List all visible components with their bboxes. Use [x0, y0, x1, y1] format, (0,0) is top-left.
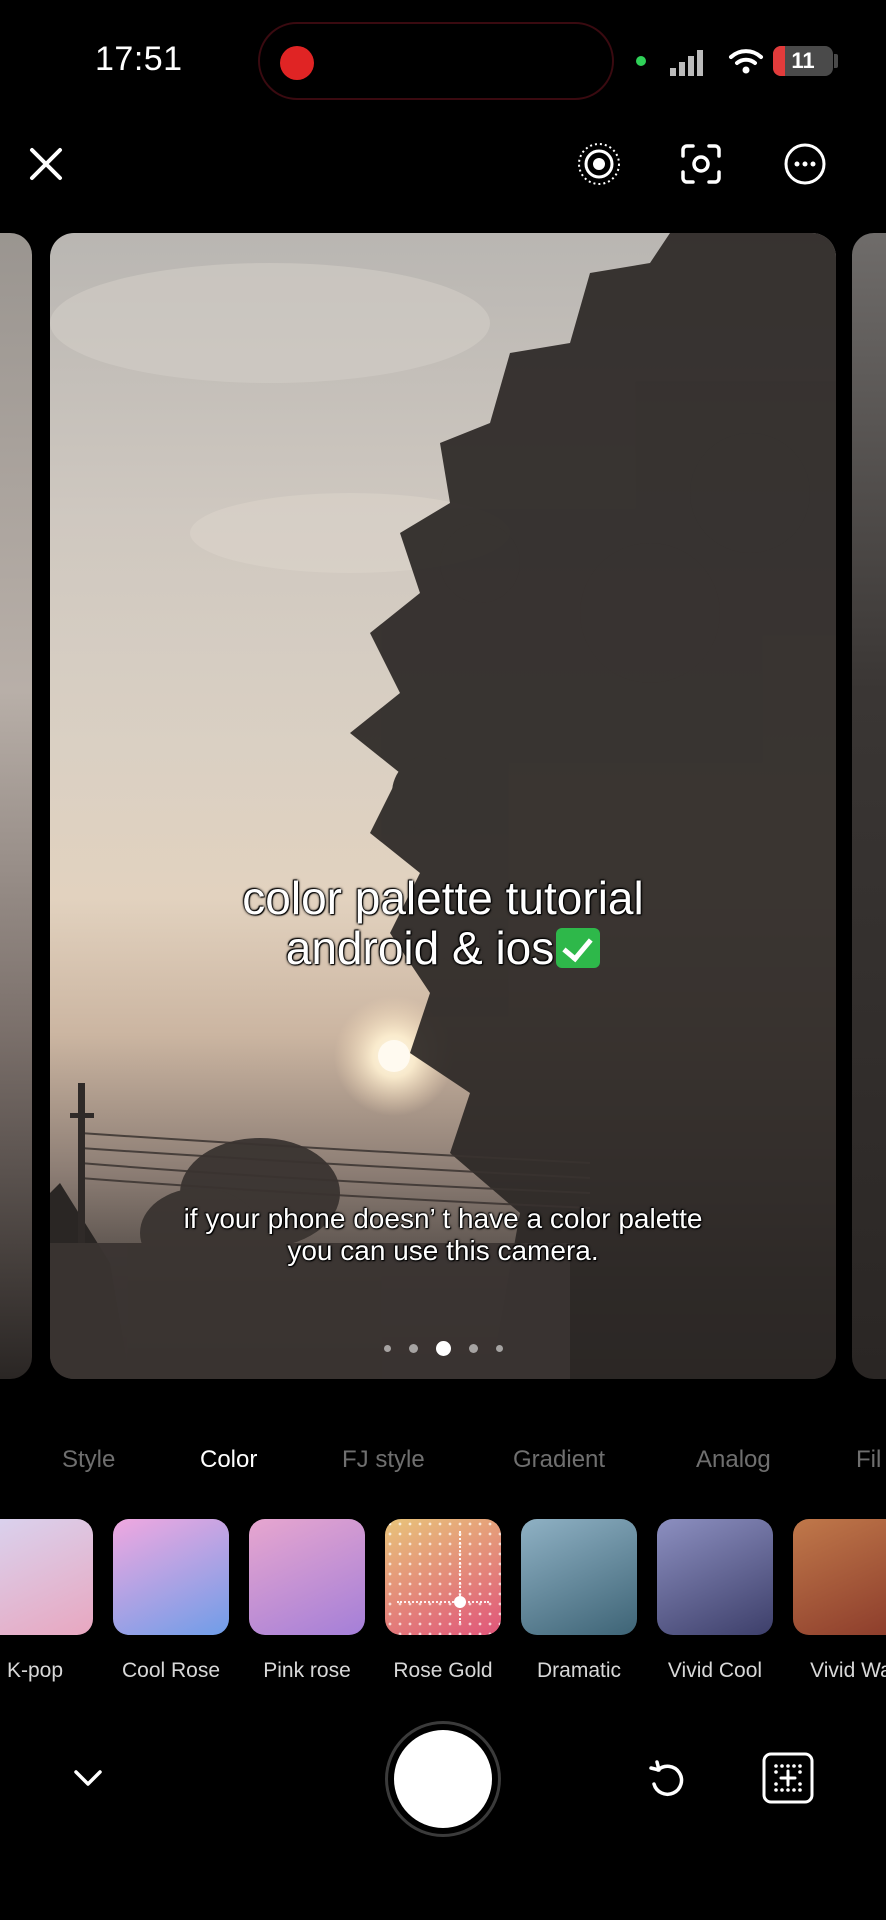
filter-vivid-wa[interactable]: Vivid Wa [793, 1519, 886, 1683]
grid-icon [762, 1752, 814, 1804]
more-button[interactable] [779, 138, 831, 190]
filter-swatch [657, 1519, 773, 1635]
check-mark-icon [556, 928, 601, 968]
wifi-icon [728, 46, 764, 81]
signal-icon [668, 48, 710, 83]
filter-swatch [521, 1519, 637, 1635]
filter-label: Pink rose [263, 1659, 351, 1682]
close-button[interactable] [20, 138, 72, 190]
reset-button[interactable] [642, 1756, 690, 1804]
recording-indicator-icon [280, 46, 314, 80]
lens-switch-icon [681, 144, 721, 184]
page-dot [468, 1344, 478, 1353]
lens-switch-button[interactable] [675, 138, 727, 190]
page-dot [408, 1344, 418, 1353]
tab-color[interactable]: Color [200, 1446, 257, 1474]
tab-fj-style[interactable]: FJ style [342, 1446, 425, 1474]
caption-title-line1: color palette tutorial [242, 872, 644, 924]
filter-label: Vivid Wa [810, 1659, 886, 1682]
filter-swatch [0, 1519, 93, 1635]
chevron-down-icon [74, 1770, 102, 1786]
camera-in-use-icon [636, 56, 646, 66]
page-indicator [50, 1341, 836, 1356]
battery-level: 11 [791, 48, 815, 73]
filter-cool-rose[interactable]: Cool Rose [113, 1519, 229, 1683]
filter-k-pop[interactable]: K-pop [0, 1519, 93, 1683]
tab-fil[interactable]: Fil [856, 1446, 881, 1474]
filter-swatch-selected [385, 1519, 501, 1635]
status-time: 17:51 [95, 40, 183, 78]
close-icon [30, 148, 62, 180]
reset-icon [649, 1760, 684, 1797]
filter-list: K-pop Cool Rose Pink rose Rose Gold Dramatic… [0, 1519, 886, 1689]
filter-dramatic[interactable]: Dramatic [521, 1519, 637, 1683]
filter-pink-rose[interactable]: Pink rose [249, 1519, 365, 1683]
caption-subtitle: if your phone doesn’ t have a color pale… [50, 1203, 836, 1267]
filter-label: Cool Rose [121, 1659, 221, 1682]
filter-vivid-cool[interactable]: Vivid Cool [657, 1519, 773, 1683]
tab-analog[interactable]: Analog [696, 1446, 771, 1474]
tab-style[interactable]: Style [62, 1446, 115, 1474]
caption-title-line2: android & ios [285, 922, 555, 974]
next-photo[interactable] [852, 233, 886, 1379]
filter-rose-gold[interactable]: Rose Gold [385, 1519, 501, 1683]
filter-label: Vivid Cool [667, 1659, 763, 1682]
camera-preview[interactable]: color palette tutorial android & ios if … [50, 233, 836, 1379]
page-dot [495, 1345, 503, 1352]
tab-gradient[interactable]: Gradient [513, 1446, 605, 1474]
live-photo-button[interactable] [573, 138, 625, 190]
battery-cap [834, 54, 838, 68]
filter-swatch [793, 1519, 886, 1635]
battery-indicator: 11 [773, 46, 833, 76]
filter-label: Rose Gold [393, 1659, 493, 1682]
page-dot-active [435, 1341, 451, 1356]
filter-swatch [113, 1519, 229, 1635]
filter-label: Dramatic [536, 1659, 621, 1682]
more-icon [784, 143, 826, 185]
shutter-button[interactable] [394, 1730, 492, 1828]
live-photo-icon [578, 143, 620, 185]
grid-button[interactable] [760, 1750, 816, 1806]
previous-photo[interactable] [0, 233, 32, 1379]
collapse-button[interactable] [66, 1756, 110, 1800]
page-dot [383, 1345, 391, 1352]
filter-category-tabs: Style Color FJ style Gradient Analog Fil [0, 1446, 886, 1486]
filter-label: K-pop [6, 1659, 64, 1682]
filter-swatch [249, 1519, 365, 1635]
caption-sub-line1: if your phone doesn’ t have a color pale… [183, 1203, 703, 1234]
caption-title: color palette tutorial android & ios [50, 873, 836, 973]
caption-sub-line2: you can use this camera. [287, 1235, 599, 1266]
